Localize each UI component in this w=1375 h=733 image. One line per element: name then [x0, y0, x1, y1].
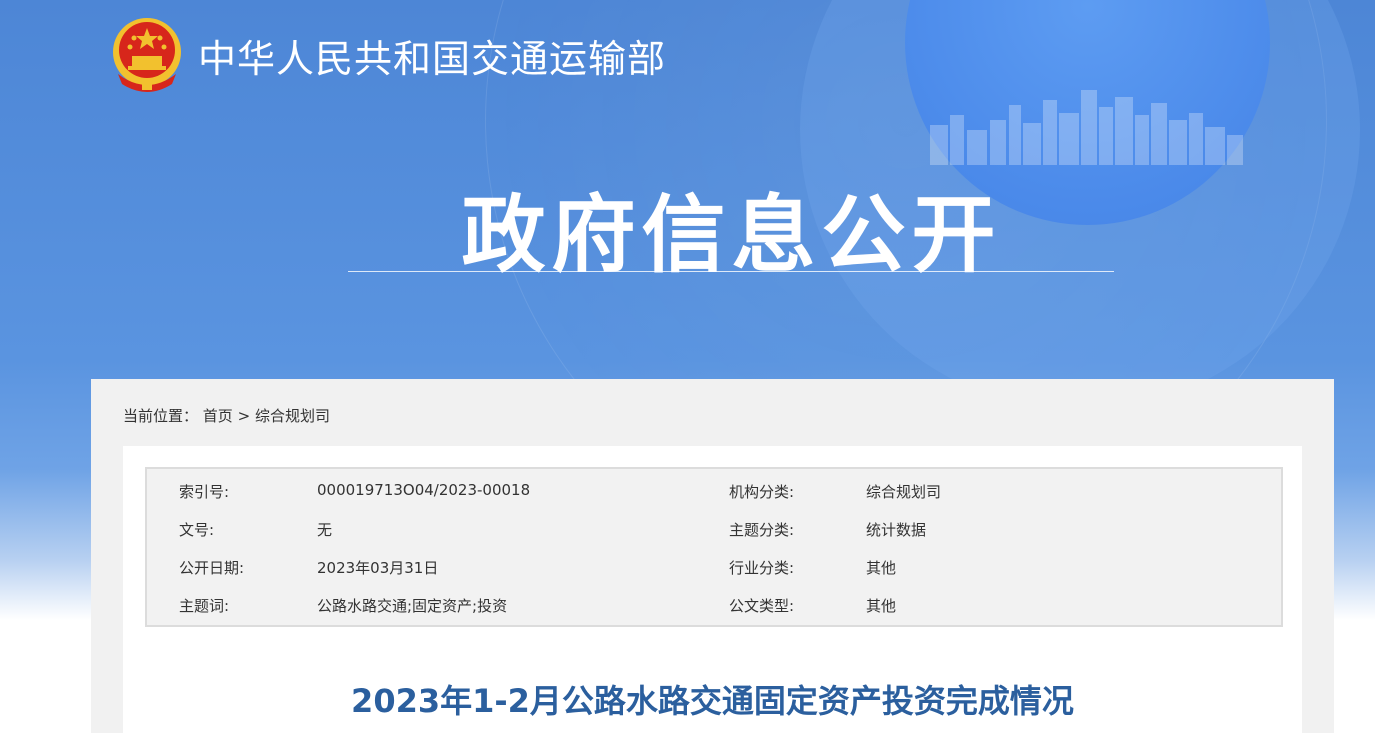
topic-category-label: 主题分类: — [729, 521, 795, 539]
breadcrumb-current-link[interactable]: 综合规划司 — [255, 407, 330, 425]
metadata-row: 索引号: 000019713O04/2023-00018 机构分类: 综合规划司 — [147, 481, 1281, 501]
publish-date-value: 2023年03月31日 — [317, 559, 439, 577]
metadata-row: 主题词: 公路水路交通;固定资产;投资 公文类型: 其他 — [147, 595, 1281, 615]
site-title[interactable]: 中华人民共和国交通运输部 — [198, 28, 666, 83]
keywords-value: 公路水路交通;固定资产;投资 — [317, 597, 508, 615]
breadcrumb: 当前位置： 首页 > 综合规划司 — [123, 405, 330, 426]
main-panel: 当前位置： 首页 > 综合规划司 索引号: 000019713O04/2023-… — [91, 379, 1334, 733]
agency-category-label: 机构分类: — [729, 483, 795, 501]
document-number-label: 文号: — [179, 521, 215, 539]
breadcrumb-separator: > — [237, 407, 251, 425]
industry-category-value: 其他 — [866, 559, 897, 577]
breadcrumb-home-link[interactable]: 首页 — [203, 407, 233, 425]
document-type-value: 其他 — [866, 597, 897, 615]
industry-category-label: 行业分类: — [729, 559, 795, 577]
document-type-label: 公文类型: — [729, 597, 795, 615]
agency-category-value: 综合规划司 — [866, 483, 942, 501]
topic-category-value: 统计数据 — [866, 521, 927, 539]
metadata-row: 公开日期: 2023年03月31日 行业分类: 其他 — [147, 557, 1281, 577]
city-skyline-icon — [930, 90, 1243, 165]
national-emblem-icon — [113, 18, 181, 92]
content-area: 索引号: 000019713O04/2023-00018 机构分类: 综合规划司… — [123, 446, 1302, 733]
breadcrumb-label: 当前位置： — [123, 407, 199, 425]
document-number-value: 无 — [317, 521, 333, 539]
document-title: 2023年1-2月公路水路交通固定资产投资完成情况 — [351, 682, 1074, 720]
title-divider — [348, 271, 1114, 272]
metadata-row: 文号: 无 主题分类: 统计数据 — [147, 519, 1281, 539]
index-number-label: 索引号: — [179, 483, 230, 501]
index-number-value: 000019713O04/2023-00018 — [317, 481, 531, 499]
keywords-label: 主题词: — [179, 597, 230, 615]
header-banner: 中华人民共和国交通运输部 政府信息公开 — [0, 0, 1375, 380]
publish-date-label: 公开日期: — [179, 559, 245, 577]
metadata-table: 索引号: 000019713O04/2023-00018 机构分类: 综合规划司… — [145, 467, 1283, 627]
